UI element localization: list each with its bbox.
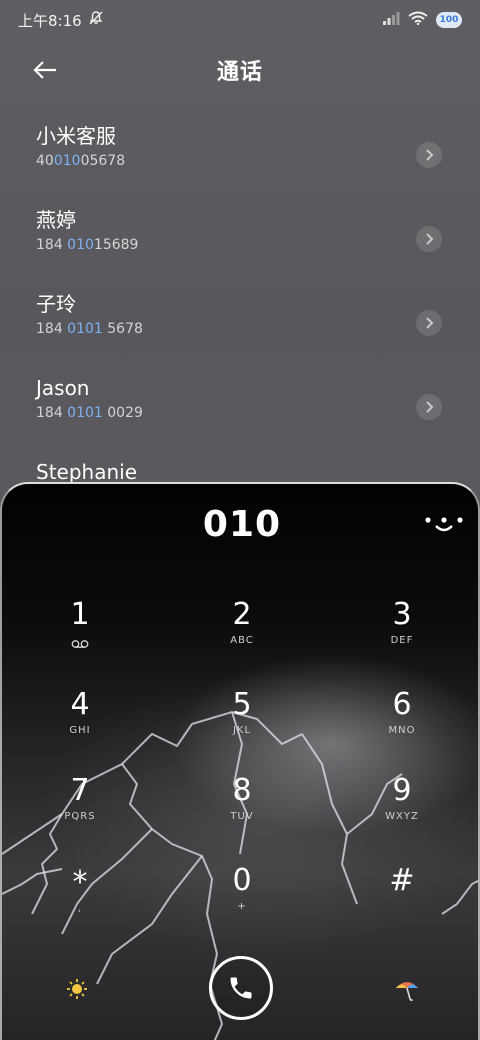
dialpad-panel: 010 1 2 ABC 3 DEF 4 GHI 5 JKL 6 MNO 7 PQ…	[0, 482, 480, 1040]
back-button[interactable]	[30, 56, 60, 84]
contact-detail-button[interactable]	[416, 142, 442, 168]
contact-detail-button[interactable]	[416, 310, 442, 336]
sun-button[interactable]	[62, 974, 92, 1004]
chevron-right-icon	[426, 233, 434, 245]
contact-item[interactable]: Jason 184 0101 0029	[0, 374, 480, 458]
status-left: 上午8:16	[18, 10, 104, 31]
key-digit: 9	[392, 773, 412, 808]
key-letters: WXYZ	[385, 811, 419, 822]
key-digit: #	[389, 863, 415, 898]
back-arrow-icon	[33, 61, 56, 79]
contact-list: 小米客服 4001005678 燕婷 184 01015689 子玲 184 0…	[0, 122, 480, 542]
contact-number: 184 0101 0029	[36, 405, 143, 421]
umbrella-icon	[396, 982, 418, 1001]
dial-key-5[interactable]: 5 JKL	[182, 686, 302, 756]
key-digit: 8	[232, 773, 252, 808]
contact-name: 小米客服	[36, 124, 116, 148]
dial-key-hash[interactable]: #	[342, 862, 462, 932]
key-digit: 6	[392, 687, 412, 722]
chevron-right-icon	[426, 317, 434, 329]
key-letters: JKL	[232, 725, 252, 736]
chevron-right-icon	[426, 149, 434, 161]
key-digit: *	[72, 865, 88, 900]
status-time: 上午8:16	[18, 11, 82, 30]
key-digit: 2	[232, 597, 252, 632]
signal-icon	[382, 11, 400, 29]
contact-number: 184 0101 5678	[36, 321, 143, 337]
header: 通话	[0, 46, 480, 94]
dial-key-6[interactable]: 6 MNO	[342, 686, 462, 756]
call-button[interactable]	[209, 956, 273, 1020]
contact-detail-button[interactable]	[416, 226, 442, 252]
contact-name: 子玲	[36, 292, 76, 316]
key-letters: PQRS	[64, 811, 96, 822]
contact-item[interactable]: 子玲 184 0101 5678	[0, 290, 480, 374]
dial-key-8[interactable]: 8 TUV	[182, 772, 302, 842]
contact-detail-button[interactable]	[416, 394, 442, 420]
status-right: 100	[382, 11, 462, 29]
key-letters: GHI	[69, 725, 91, 736]
wifi-icon	[408, 11, 428, 29]
key-digit: 1	[70, 597, 90, 632]
key-letters: ,	[77, 903, 83, 914]
key-digit: 7	[70, 773, 90, 808]
key-letters: ABC	[230, 635, 254, 646]
status-bar: 上午8:16 100	[0, 0, 480, 40]
key-digit: 3	[392, 597, 412, 632]
dialed-number: 010	[202, 504, 282, 545]
dial-key-3[interactable]: 3 DEF	[342, 596, 462, 666]
more-button[interactable]	[422, 512, 466, 536]
key-digit: 5	[232, 687, 252, 722]
contact-item[interactable]: 燕婷 184 01015689	[0, 206, 480, 290]
chevron-right-icon	[426, 401, 434, 413]
dial-key-4[interactable]: 4 GHI	[20, 686, 140, 756]
contact-name: 燕婷	[36, 208, 76, 232]
dial-key-1[interactable]: 1	[20, 596, 140, 666]
contact-name: Jason	[36, 376, 90, 400]
umbrella-button[interactable]	[392, 974, 422, 1004]
page-title: 通话	[216, 60, 263, 85]
more-icon	[425, 517, 463, 532]
battery-indicator: 100	[436, 12, 462, 28]
key-letters: MNO	[388, 725, 416, 736]
dial-key-0[interactable]: 0 +	[182, 862, 302, 932]
contact-number: 184 01015689	[36, 237, 139, 253]
sun-icon	[67, 979, 87, 999]
mute-icon	[88, 10, 104, 30]
key-digit: 4	[70, 687, 90, 722]
voicemail-icon	[20, 634, 140, 653]
key-digit: 0	[232, 863, 252, 898]
phone-icon	[230, 977, 252, 999]
dial-key-9[interactable]: 9 WXYZ	[342, 772, 462, 842]
key-letters: TUV	[230, 811, 254, 822]
key-letters: DEF	[390, 635, 414, 646]
key-letters: +	[237, 901, 247, 912]
dial-key-2[interactable]: 2 ABC	[182, 596, 302, 666]
dial-key-7[interactable]: 7 PQRS	[20, 772, 140, 842]
contact-number: 4001005678	[36, 153, 126, 169]
contact-item[interactable]: 小米客服 4001005678	[0, 122, 480, 206]
dial-key-star[interactable]: * ,	[20, 864, 140, 934]
